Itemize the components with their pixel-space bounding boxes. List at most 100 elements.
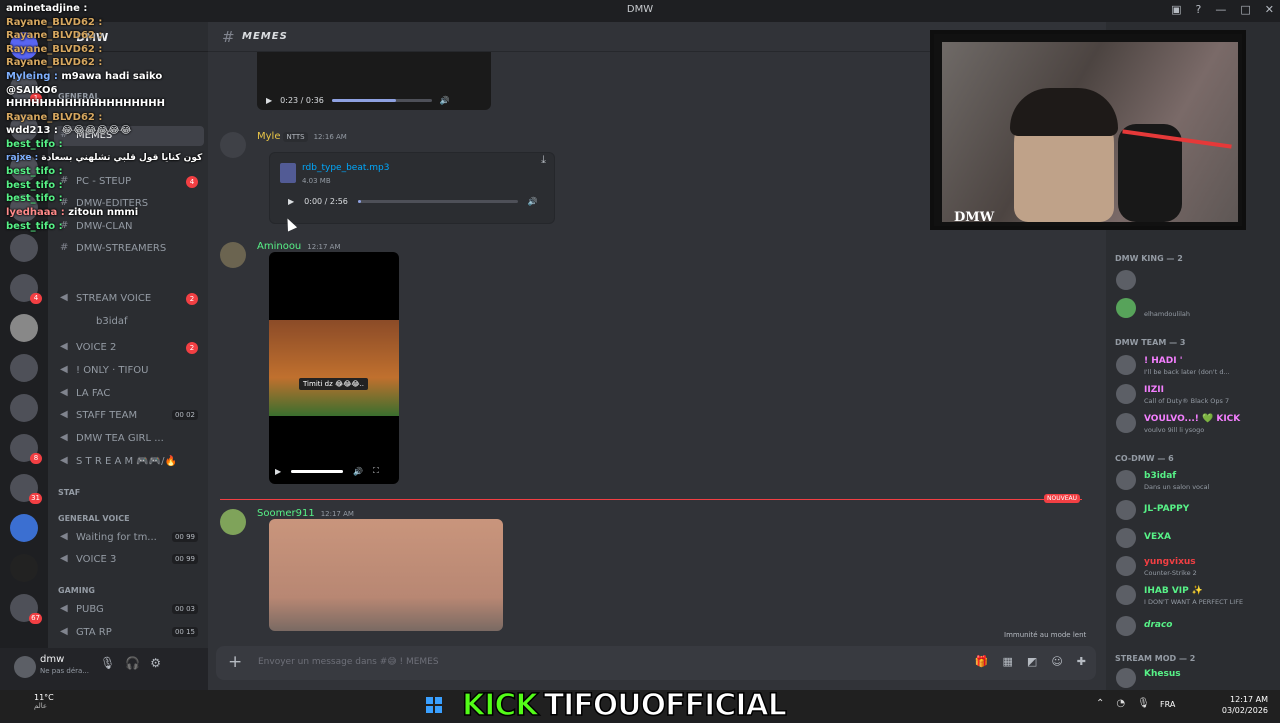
download-icon[interactable]: ⤓ <box>541 153 546 167</box>
server-icon[interactable]: 8 <box>10 434 42 464</box>
voice-gta-rp[interactable]: ◀ GTA RP 00 15 <box>54 623 204 643</box>
play-icon[interactable]: ▶ <box>266 96 272 105</box>
gift-icon[interactable]: 🎁 <box>975 655 989 668</box>
sticker-icon[interactable]: ◩ <box>1027 655 1037 668</box>
volume-icon[interactable]: 🔊 <box>528 197 538 206</box>
voice-2[interactable]: ◀ VOICE 22 <box>54 338 204 358</box>
category-general-voice[interactable]: GENERAL VOICE <box>58 514 130 523</box>
inbox-icon[interactable]: ▣ <box>1171 3 1181 16</box>
volume-icon[interactable]: 🔊 <box>440 96 450 105</box>
fullscreen-icon[interactable]: ⛶ <box>373 466 379 476</box>
member-item[interactable]: VEXA <box>1116 528 1280 552</box>
settings-icon[interactable]: ⚙ <box>150 656 161 670</box>
member-item[interactable]: b3idaf Dans un salon vocal <box>1116 470 1280 494</box>
member-item[interactable]: VOULVO...! 💚 KICK voulvo 9ill li ysogo <box>1116 413 1280 437</box>
voice-waiting[interactable]: ◀ Waiting for tm... 00 99 <box>54 528 204 548</box>
gif-icon[interactable]: ▦ <box>1003 655 1013 668</box>
member-item[interactable]: draco <box>1116 616 1280 640</box>
server-icon[interactable] <box>10 394 38 422</box>
voice-member[interactable]: b3idaf <box>54 312 204 332</box>
member-group-title: STREAM MOD — 2 <box>1115 654 1196 663</box>
seek-bar[interactable] <box>357 200 518 203</box>
member-item[interactable] <box>1116 270 1280 294</box>
member-item[interactable]: yungvixus Counter-Strike 2 <box>1116 556 1280 580</box>
voice-tea-girl[interactable]: ◀ DMW TEA GIRL ... <box>54 429 204 449</box>
voice-stream-2[interactable]: ◀ S T R E A M 🎮🎮/🔥 <box>54 452 204 472</box>
video-player[interactable]: ▶ 🔊 ⛶ <box>275 466 379 476</box>
headphones-icon[interactable]: 🎧 <box>125 656 140 670</box>
message-input[interactable]: Envoyer un message dans #😅 ! MEMES <box>258 657 439 667</box>
video-player[interactable]: ▶ 0:23 / 0:36 🔊 <box>266 96 450 105</box>
member-item[interactable]: JL-PAPPY <box>1116 500 1280 524</box>
mic-icon[interactable]: 🎙 <box>100 656 115 670</box>
server-icon[interactable] <box>10 314 38 342</box>
avatar[interactable] <box>14 656 36 678</box>
message-composer[interactable]: + Envoyer un message dans #😅 ! MEMES 🎁 ▦… <box>216 646 1096 680</box>
seek-bar[interactable] <box>331 99 432 102</box>
chevron-up-icon[interactable]: ⌃ <box>1096 698 1104 709</box>
language-indicator[interactable]: FRA <box>1160 700 1175 709</box>
new-messages-divider <box>220 499 1082 500</box>
voice-only-tifou[interactable]: ◀! ONLY · TIFOU <box>54 361 204 381</box>
play-icon[interactable]: ▶ <box>275 467 281 476</box>
image-embed[interactable] <box>269 519 503 631</box>
apps-icon[interactable]: ✚ <box>1077 655 1086 668</box>
avatar[interactable] <box>220 132 246 158</box>
voice-stream[interactable]: ◀ STREAM VOICE 2 <box>54 289 204 309</box>
start-button[interactable] <box>426 697 442 713</box>
kick-channel-banner: KICK TIFOUOFFICIAL <box>461 687 787 723</box>
avatar[interactable] <box>220 509 246 535</box>
add-attachment-button[interactable]: + <box>228 652 242 672</box>
system-tray: ⌃ ◔ 🎙 <box>1096 698 1150 709</box>
server-icon[interactable]: 67 <box>10 594 42 624</box>
member-item[interactable]: ! HADI ' I'll be back later (don't d... <box>1116 355 1280 379</box>
channel-streamers[interactable]: # DMW-STREAMERS <box>54 239 204 259</box>
play-icon[interactable]: ▶ <box>288 197 294 206</box>
seek-bar[interactable] <box>291 469 344 473</box>
member-item[interactable]: IHAB VIP ✨ I DON'T WANT A PERFECT LIFE <box>1116 585 1280 609</box>
voice-pubg[interactable]: ◀ PUBG 00 03 <box>54 600 204 620</box>
member-item[interactable]: IIZII Call of Duty® Black Ops 7 <box>1116 384 1280 408</box>
mic-icon[interactable]: 🎙 <box>1137 698 1150 709</box>
user-panel: dmw Ne pas déra... 🎙 🎧 ⚙ <box>0 648 208 690</box>
server-icon[interactable] <box>10 234 38 262</box>
member-group-title: CO-DMW — 6 <box>1115 454 1174 463</box>
member-item[interactable]: Khesus <box>1116 668 1280 692</box>
author-name[interactable]: Myle <box>257 131 280 142</box>
chat-line: best_tifo : <box>6 193 63 205</box>
window-controls: ▣ ? — □ ✕ <box>1171 3 1274 16</box>
server-icon[interactable]: 31 <box>10 474 42 504</box>
author-name[interactable]: Soomer911 <box>257 508 315 519</box>
minimize-button[interactable]: — <box>1215 3 1226 16</box>
member-item[interactable]: elhamdoulilah <box>1116 298 1280 322</box>
video-embed[interactable]: Timiti dz 😂😂😂.. ▶ 🔊 ⛶ <box>269 252 399 484</box>
avatar[interactable] <box>220 242 246 268</box>
close-button[interactable]: ✕ <box>1265 3 1274 16</box>
speaker-icon: ◀ <box>60 531 68 542</box>
chat-line: Rayane_BLVD62 : <box>6 30 103 42</box>
emoji-icon[interactable]: ☺ <box>1051 655 1062 668</box>
help-icon[interactable]: ? <box>1196 3 1202 16</box>
author-name[interactable]: Aminoou <box>257 241 301 252</box>
file-name[interactable]: rdb_type_beat.mp3 <box>302 163 389 173</box>
speaker-icon: ◀ <box>60 409 68 420</box>
voice-staff[interactable]: ◀ STAFF TEAM 00 02 <box>54 406 204 426</box>
speaker-icon: ◀ <box>60 455 68 466</box>
voice-la-fac[interactable]: ◀ LA FAC <box>54 384 204 404</box>
volume-icon[interactable]: 🔊 <box>353 467 363 476</box>
server-icon[interactable] <box>10 554 38 582</box>
category-staf[interactable]: STAF <box>58 488 80 497</box>
maximize-button[interactable]: □ <box>1240 3 1250 16</box>
category-gaming[interactable]: GAMING <box>58 586 95 595</box>
clock[interactable]: 12:17 AM 03/02/2026 <box>1222 694 1268 716</box>
member-group-title: DMW KING — 2 <box>1115 254 1183 263</box>
server-icon[interactable] <box>10 354 38 382</box>
voice-3[interactable]: ◀ VOICE 3 00 99 <box>54 550 204 570</box>
weather-widget[interactable]: 11°C عالم <box>34 693 54 710</box>
chat-line: best_tifo : <box>6 220 63 232</box>
server-icon[interactable]: 4 <box>10 274 42 304</box>
network-icon[interactable]: ◔ <box>1116 698 1125 709</box>
audio-player[interactable]: ▶ 0:00 / 2:56 🔊 <box>288 197 538 206</box>
webcam-logo: DMW <box>954 210 995 225</box>
server-icon[interactable] <box>10 514 38 542</box>
